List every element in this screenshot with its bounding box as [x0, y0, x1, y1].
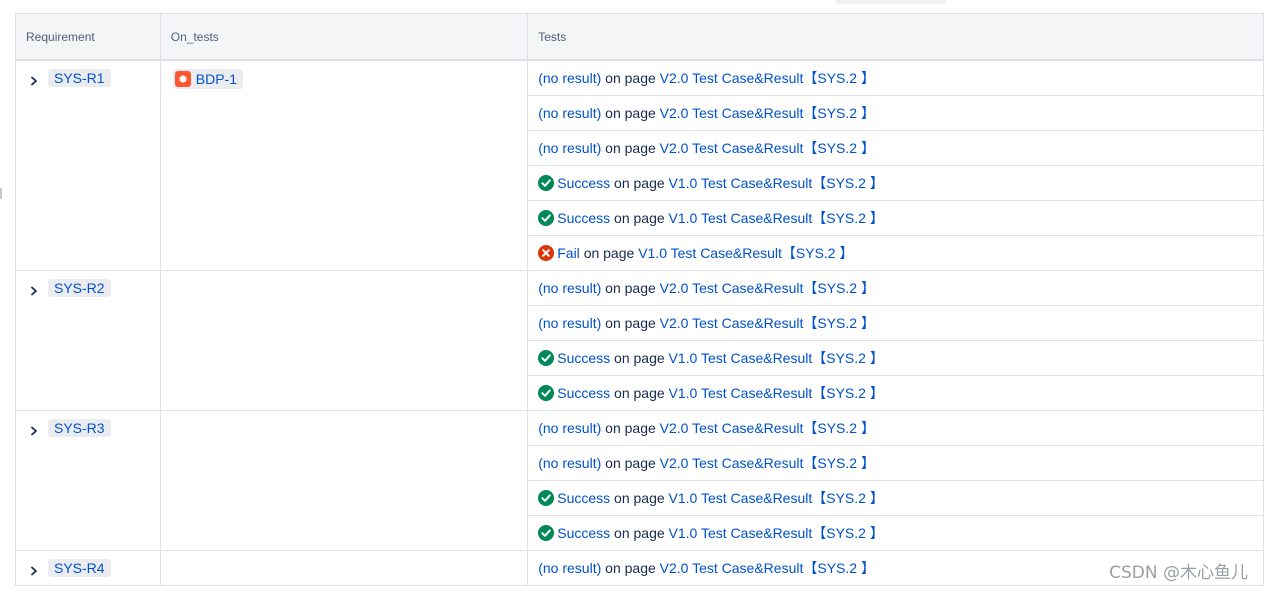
requirement-id-link[interactable]: SYS-R2: [48, 279, 111, 297]
requirements-table: Requirement On_tests Tests SYS-R1 BDP-1 (n…: [15, 13, 1264, 586]
test-result-cell: (no result) on page V2.0 Test Case&Resul…: [527, 270, 1264, 306]
on-page-text: on page: [605, 105, 656, 121]
test-result-cell: Success on page V1.0 Test Case&Result【SY…: [527, 340, 1264, 376]
on-tests-cell: [159, 550, 529, 586]
check-circle-icon: [538, 210, 555, 226]
requirement-cell: SYS-R2: [15, 270, 161, 411]
watermark: CSDN @木心鱼儿: [1109, 563, 1248, 583]
on-page-text: on page: [614, 175, 665, 191]
error-circle-icon: [538, 245, 555, 261]
on-page-text: on page: [605, 315, 656, 331]
test-page-link[interactable]: V2.0 Test Case&Result【SYS.2 】: [660, 455, 875, 471]
test-status-link[interactable]: (no result): [538, 105, 601, 121]
on-page-text: on page: [614, 385, 665, 401]
requirement-id-link[interactable]: SYS-R1: [48, 69, 111, 87]
test-status-link[interactable]: (no result): [538, 140, 601, 156]
test-result-cell: Success on page V1.0 Test Case&Result【SY…: [527, 375, 1264, 411]
test-page-link[interactable]: V1.0 Test Case&Result【SYS.2 】: [669, 210, 884, 226]
expand-chevron-icon[interactable]: [30, 283, 38, 296]
test-result-cell: (no result) on page V2.0 Test Case&Resul…: [527, 445, 1264, 481]
test-result-cell: (no result) on page V2.0 Test Case&Resul…: [527, 95, 1264, 131]
test-result-cell: Success on page V1.0 Test Case&Result【SY…: [527, 200, 1264, 236]
requirement-id-link[interactable]: SYS-R4: [48, 559, 111, 577]
expand-chevron-icon[interactable]: [30, 423, 38, 436]
test-status-link[interactable]: Success: [557, 350, 610, 366]
on-page-text: on page: [614, 350, 665, 366]
on-page-text: on page: [605, 70, 656, 86]
top-tab-stub: [835, 0, 947, 4]
on-page-text: on page: [605, 140, 656, 156]
on-page-text: on page: [614, 525, 665, 541]
test-page-link[interactable]: V2.0 Test Case&Result【SYS.2 】: [660, 105, 875, 121]
test-status-link[interactable]: (no result): [538, 455, 601, 471]
test-page-link[interactable]: V1.0 Test Case&Result【SYS.2 】: [638, 245, 853, 261]
test-status-link[interactable]: (no result): [538, 280, 601, 296]
test-page-link[interactable]: V1.0 Test Case&Result【SYS.2 】: [669, 350, 884, 366]
issue-link[interactable]: BDP-1: [172, 69, 243, 89]
table-body: SYS-R1 BDP-1 (no result) on page V2.0 Test…: [15, 59, 1264, 586]
on-page-text: on page: [605, 455, 656, 471]
issue-key: BDP-1: [195, 71, 237, 87]
column-header-requirement[interactable]: Requirement: [15, 13, 161, 61]
scroll-edge-marker: [0, 188, 2, 199]
test-result-cell: Success on page V1.0 Test Case&Result【SY…: [527, 165, 1264, 201]
on-page-text: on page: [614, 490, 665, 506]
expand-chevron-icon[interactable]: [30, 563, 38, 576]
check-circle-icon: [538, 350, 555, 366]
test-result-cell: (no result) on page V2.0 Test Case&Resul…: [527, 59, 1264, 96]
column-header-on-tests[interactable]: On_tests: [159, 13, 529, 61]
test-status-link[interactable]: Success: [557, 490, 610, 506]
test-result-cell: Success on page V1.0 Test Case&Result【SY…: [527, 515, 1264, 551]
test-result-cell: Fail on page V1.0 Test Case&Result【SYS.2…: [527, 235, 1264, 271]
test-status-link[interactable]: (no result): [538, 315, 601, 331]
expand-chevron-icon[interactable]: [30, 73, 38, 86]
test-result-cell: (no result) on page V2.0 Test Case&Resul…: [527, 305, 1264, 341]
test-status-link[interactable]: (no result): [538, 420, 601, 436]
test-page-link[interactable]: V2.0 Test Case&Result【SYS.2 】: [660, 140, 875, 156]
header-row: Requirement On_tests Tests: [15, 13, 1264, 61]
on-page-text: on page: [605, 420, 656, 436]
test-status-link[interactable]: Fail: [557, 245, 580, 261]
test-result-cell: Success on page V1.0 Test Case&Result【SY…: [527, 480, 1264, 516]
test-result-cell: (no result) on page V2.0 Test Case&Resul…: [527, 410, 1264, 446]
test-status-link[interactable]: (no result): [538, 70, 601, 86]
on-tests-cell: BDP-1: [159, 59, 529, 271]
check-circle-icon: [538, 525, 555, 541]
test-status-link[interactable]: Success: [557, 175, 610, 191]
requirement-id-link[interactable]: SYS-R3: [48, 419, 111, 437]
on-page-text: on page: [614, 210, 665, 226]
requirement-cell: SYS-R3: [15, 410, 161, 551]
table-row: SYS-R1 BDP-1 (no result) on page V2.0 Test…: [15, 59, 1264, 271]
test-page-link[interactable]: V1.0 Test Case&Result【SYS.2 】: [669, 525, 884, 541]
requirement-cell: SYS-R4: [15, 550, 161, 586]
test-result-cell: (no result) on page V2.0 Test Case&Resul…: [527, 130, 1264, 166]
table-row: SYS-R2 (no result) on page V2.0 Test Case…: [15, 270, 1264, 411]
on-page-text: on page: [583, 245, 635, 261]
check-circle-icon: [538, 385, 555, 401]
test-page-link[interactable]: V1.0 Test Case&Result【SYS.2 】: [669, 175, 884, 191]
check-circle-icon: [538, 490, 555, 506]
on-page-text: on page: [605, 560, 656, 576]
test-page-link[interactable]: V2.0 Test Case&Result【SYS.2 】: [660, 420, 875, 436]
on-tests-cell: [159, 270, 529, 411]
bug-issue-icon: [174, 71, 191, 87]
test-page-link[interactable]: V2.0 Test Case&Result【SYS.2 】: [660, 280, 875, 296]
requirement-cell: SYS-R1: [15, 59, 161, 271]
table-row: SYS-R3 (no result) on page V2.0 Test Case…: [15, 410, 1264, 551]
on-page-text: on page: [605, 280, 656, 296]
test-status-link[interactable]: Success: [557, 385, 610, 401]
test-page-link[interactable]: V2.0 Test Case&Result【SYS.2 】: [660, 560, 875, 576]
test-page-link[interactable]: V1.0 Test Case&Result【SYS.2 】: [669, 385, 884, 401]
test-status-link[interactable]: (no result): [538, 560, 601, 576]
test-status-link[interactable]: Success: [557, 210, 610, 226]
test-page-link[interactable]: V2.0 Test Case&Result【SYS.2 】: [660, 315, 875, 331]
table-row: SYS-R4 (no result) on page V2.0 Test Case…: [15, 550, 1264, 586]
on-tests-cell: [159, 410, 529, 551]
test-page-link[interactable]: V1.0 Test Case&Result【SYS.2 】: [669, 490, 884, 506]
test-page-link[interactable]: V2.0 Test Case&Result【SYS.2 】: [660, 70, 875, 86]
check-circle-icon: [538, 175, 555, 191]
test-status-link[interactable]: Success: [557, 525, 610, 541]
column-header-tests[interactable]: Tests: [527, 13, 1264, 61]
